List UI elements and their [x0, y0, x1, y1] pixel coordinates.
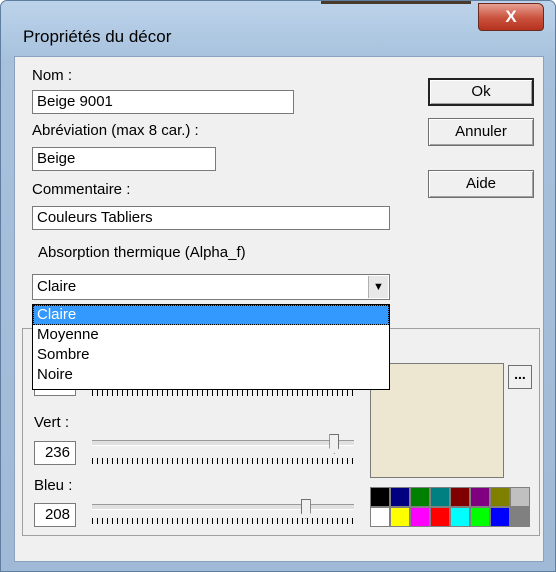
absorption-option[interactable]: Moyenne — [33, 325, 389, 345]
palette-swatch[interactable] — [450, 507, 470, 527]
bleu-slider-track — [92, 504, 354, 510]
palette-swatch[interactable] — [490, 507, 510, 527]
palette-swatch[interactable] — [430, 487, 450, 507]
annuler-button[interactable]: Annuler — [428, 118, 534, 146]
more-colors-button[interactable]: ... — [508, 365, 532, 389]
absorption-option[interactable]: Claire — [33, 305, 389, 325]
ok-button[interactable]: Ok — [428, 78, 534, 106]
palette-swatch[interactable] — [470, 487, 490, 507]
bleu-slider-ticks — [92, 518, 354, 524]
absorption-selected-value: Claire — [37, 278, 77, 295]
absorption-label: Absorption thermique (Alpha_f) — [38, 244, 246, 261]
vert-label: Vert : — [34, 414, 70, 431]
palette-swatch[interactable] — [390, 487, 410, 507]
background-window-edge — [321, 1, 471, 4]
palette-swatch[interactable] — [430, 507, 450, 527]
chevron-down-icon[interactable]: ▼ — [368, 276, 388, 298]
commentaire-label: Commentaire : — [32, 181, 131, 198]
aide-button[interactable]: Aide — [428, 170, 534, 198]
palette-swatch[interactable] — [370, 507, 390, 527]
palette-swatch[interactable] — [470, 507, 490, 527]
absorption-dropdown-list: Claire Moyenne Sombre Noire — [32, 304, 390, 390]
palette-swatch[interactable] — [370, 487, 390, 507]
palette-swatch[interactable] — [390, 507, 410, 527]
color-palette — [370, 487, 530, 527]
vert-slider-track — [92, 440, 354, 446]
palette-swatch[interactable] — [510, 487, 530, 507]
bleu-label: Bleu : — [34, 477, 73, 494]
close-button[interactable]: X — [478, 3, 544, 31]
abreviation-field[interactable]: Beige — [32, 147, 216, 171]
palette-swatch[interactable] — [510, 507, 530, 527]
commentaire-field[interactable]: Couleurs Tabliers — [32, 206, 390, 230]
nom-label: Nom : — [32, 67, 73, 84]
palette-swatch[interactable] — [450, 487, 470, 507]
nom-field[interactable]: Beige 9001 — [32, 90, 294, 114]
vert-value-field[interactable]: 236 — [34, 441, 76, 465]
vert-slider-ticks — [92, 458, 354, 464]
absorption-option[interactable]: Sombre — [33, 345, 389, 365]
palette-swatch[interactable] — [410, 487, 430, 507]
window-title: Propriétés du décor — [23, 27, 172, 46]
absorption-option[interactable]: Noire — [33, 365, 389, 385]
absorption-select[interactable]: Claire ▼ — [32, 274, 390, 300]
color-preview — [370, 363, 504, 478]
bleu-value-field[interactable]: 208 — [34, 503, 76, 527]
palette-swatch[interactable] — [410, 507, 430, 527]
rouge-slider-ticks — [92, 390, 354, 396]
palette-swatch[interactable] — [490, 487, 510, 507]
abreviation-label: Abréviation (max 8 car.) : — [32, 122, 199, 139]
